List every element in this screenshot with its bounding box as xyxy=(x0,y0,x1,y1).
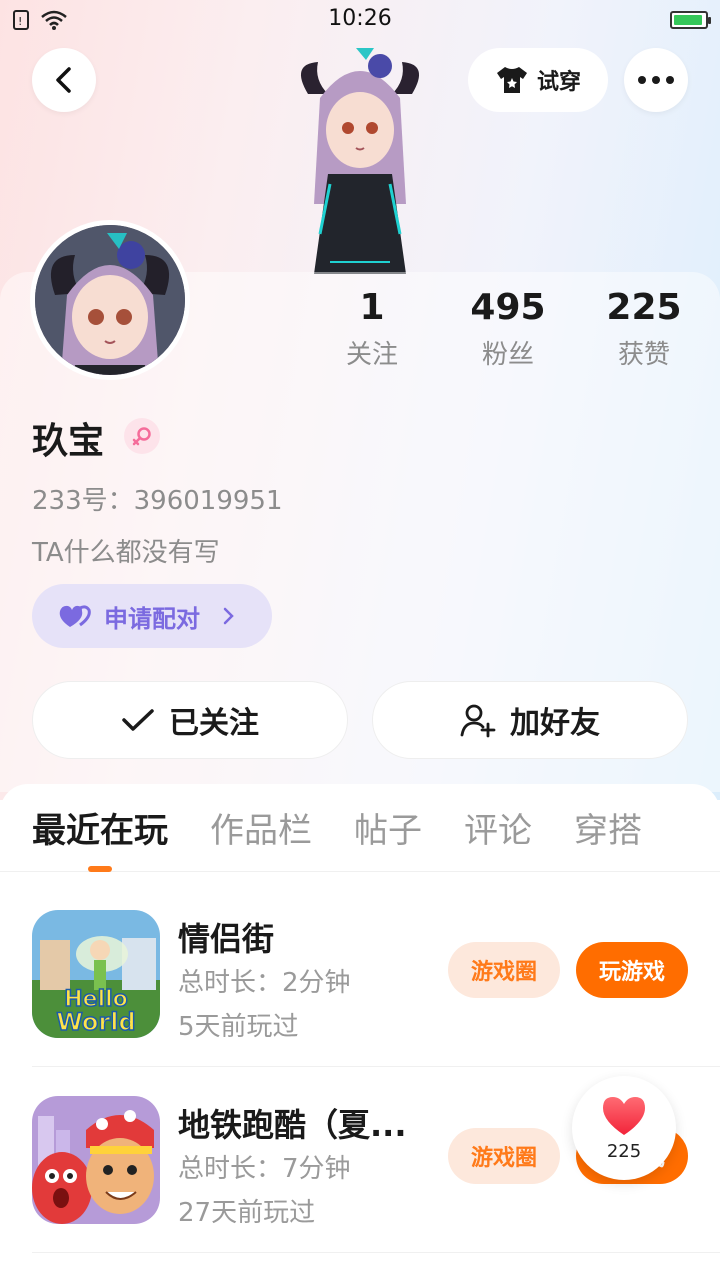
profile-tabs: 最近在玩 作品栏 帖子 评论 穿搭 xyxy=(0,790,720,872)
chevron-left-icon xyxy=(56,67,71,93)
stat-following[interactable]: 1 关注 xyxy=(312,284,432,371)
request-pair-label: 申请配对 xyxy=(104,604,200,633)
game-cover-image: Hello World xyxy=(32,910,160,1038)
try-on-label: 试穿 xyxy=(536,70,581,95)
game-last-played: 27天前玩过 xyxy=(178,1198,316,1228)
more-dots-icon xyxy=(638,76,674,84)
stat-following-label: 关注 xyxy=(345,340,398,370)
play-game-button[interactable]: 玩游戏 xyxy=(576,942,688,998)
tab-comments[interactable]: 评论 xyxy=(464,790,532,872)
subway-surfers-game-icon[interactable] xyxy=(32,1096,160,1224)
stat-following-value: 1 xyxy=(359,287,385,328)
battery-icon xyxy=(670,11,711,29)
game-title: 地铁跑酷（夏... xyxy=(178,1106,407,1144)
heart-icon xyxy=(603,1096,645,1135)
stat-likes-value: 225 xyxy=(606,287,682,328)
add-friend-label: 加好友 xyxy=(510,706,600,741)
female-gender-icon xyxy=(124,418,160,454)
game-circle-button[interactable]: 游戏圈 xyxy=(448,1128,560,1184)
add-user-icon xyxy=(460,704,496,738)
character-avatar-figure xyxy=(300,48,420,274)
avatar-portrait-image xyxy=(35,225,185,375)
hello-world-game-icon[interactable]: Hello World xyxy=(32,910,160,1038)
more-button[interactable] xyxy=(624,48,688,112)
female-symbol-icon xyxy=(132,427,151,446)
request-pair-button[interactable]: 申请配对 xyxy=(32,584,272,648)
tab-outfits[interactable]: 穿搭 xyxy=(574,790,642,872)
avatar[interactable] xyxy=(30,220,190,380)
game-duration: 总时长：7分钟 xyxy=(178,1154,351,1184)
game-cover-image xyxy=(32,1096,160,1224)
check-icon xyxy=(122,709,154,731)
user-id: 233号：396019951 xyxy=(32,486,283,516)
like-floating-button[interactable]: 225 xyxy=(572,1076,676,1180)
heart-pair-icon xyxy=(59,605,91,627)
stat-followers-value: 495 xyxy=(470,287,546,328)
tab-posts[interactable]: 帖子 xyxy=(354,790,422,872)
svg-text:World: World xyxy=(56,1008,135,1036)
try-on-button[interactable]: 试穿 xyxy=(468,48,608,112)
stat-followers[interactable]: 495 粉丝 xyxy=(448,284,568,371)
nickname: 玖宝 xyxy=(32,421,105,462)
add-friend-button[interactable]: 加好友 xyxy=(372,681,688,759)
stat-likes[interactable]: 225 获赞 xyxy=(584,284,704,371)
game-title: 情侣街 xyxy=(178,920,275,958)
bio: TA什么都没有写 xyxy=(32,538,220,568)
chevron-right-icon xyxy=(223,607,234,625)
followed-button[interactable]: 已关注 xyxy=(32,681,348,759)
stat-likes-label: 获赞 xyxy=(617,340,670,370)
stat-followers-label: 粉丝 xyxy=(481,340,534,370)
game-circle-button[interactable]: 游戏圈 xyxy=(448,942,560,998)
tab-works[interactable]: 作品栏 xyxy=(210,790,312,872)
tab-recently-played[interactable]: 最近在玩 xyxy=(32,790,168,872)
game-last-played: 5天前玩过 xyxy=(178,1012,299,1042)
divider xyxy=(32,1252,720,1253)
game-duration: 总时长：2分钟 xyxy=(178,968,351,998)
list-item[interactable]: Hello World 情侣街 总时长：2分钟 5天前玩过 游戏圈 玩游戏 xyxy=(0,880,720,1066)
shirt-icon xyxy=(496,67,527,93)
back-button[interactable] xyxy=(32,48,96,112)
status-time: 10:26 xyxy=(328,6,392,31)
like-count: 225 xyxy=(606,1140,642,1162)
followed-label: 已关注 xyxy=(169,706,259,741)
